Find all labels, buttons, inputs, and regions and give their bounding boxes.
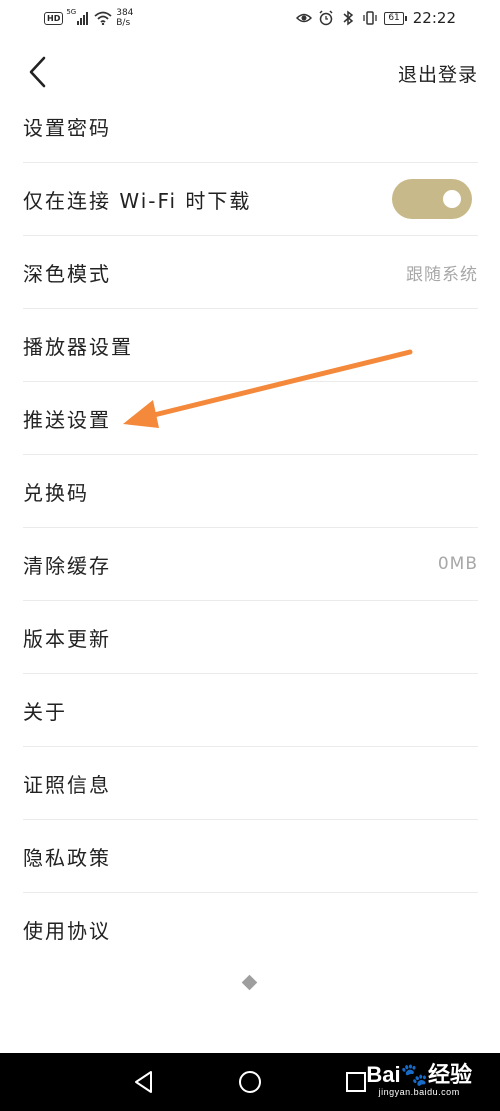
nav-home-circle-icon[interactable] xyxy=(237,1069,263,1095)
setting-row-about[interactable]: 关于 xyxy=(23,674,478,747)
nav-back-triangle-icon[interactable] xyxy=(131,1069,157,1095)
watermark-logo-suffix: 经验 xyxy=(427,1062,472,1087)
network-speed-unit: B/s xyxy=(116,18,131,28)
watermark-url: jingyan.baidu.com xyxy=(378,1087,460,1097)
status-left-group: HD 5G 384 B/s xyxy=(44,6,140,30)
setting-label: 仅在连接 Wi-Fi 时下载 xyxy=(23,188,252,213)
network-speed-value: 384 xyxy=(116,8,134,18)
setting-label: 清除缓存 xyxy=(23,553,111,578)
setting-row-password[interactable]: 设置密码 xyxy=(23,90,478,163)
setting-row-push[interactable]: 推送设置 xyxy=(23,382,478,455)
status-right-group: 61 22:22 xyxy=(296,6,456,30)
setting-row-player[interactable]: 播放器设置 xyxy=(23,309,478,382)
setting-row-terms-of-use[interactable]: 使用协议 xyxy=(23,893,478,965)
setting-label: 播放器设置 xyxy=(23,334,133,359)
setting-label: 兑换码 xyxy=(23,480,89,505)
diamond-indicator-icon xyxy=(241,974,258,991)
back-button[interactable] xyxy=(22,54,56,90)
toggle-knob xyxy=(443,190,461,208)
setting-row-redeem-code[interactable]: 兑换码 xyxy=(23,455,478,528)
logout-button[interactable]: 退出登录 xyxy=(398,60,478,87)
setting-row-version-update[interactable]: 版本更新 xyxy=(23,601,478,674)
system-nav-bar: Bai🐾经验 jingyan.baidu.com xyxy=(0,1053,500,1111)
dark-mode-value: 跟随系统 xyxy=(406,264,478,285)
status-clock: 22:22 xyxy=(412,9,456,27)
setting-row-privacy-policy[interactable]: 隐私政策 xyxy=(23,820,478,893)
cache-size-value: 0MB xyxy=(437,554,478,574)
alarm-icon xyxy=(319,10,333,26)
watermark-logo-text: Bai xyxy=(366,1062,401,1087)
setting-label: 隐私政策 xyxy=(23,845,111,870)
network-speed: 384 B/s xyxy=(116,8,140,28)
settings-list: 设置密码 仅在连接 Wi-Fi 时下载 深色模式 跟随系统 播放器设置 推送设置… xyxy=(0,90,500,965)
setting-label: 版本更新 xyxy=(23,626,111,651)
wifi-icon xyxy=(94,11,112,25)
bluetooth-icon xyxy=(343,10,354,26)
setting-row-wifi-only[interactable]: 仅在连接 Wi-Fi 时下载 xyxy=(23,163,478,236)
setting-label: 设置密码 xyxy=(23,115,111,140)
vibrate-icon xyxy=(363,11,377,25)
setting-label: 证照信息 xyxy=(23,772,111,797)
baidu-watermark: Bai🐾经验 jingyan.baidu.com xyxy=(366,1063,472,1098)
watermark-logo: Bai🐾经验 xyxy=(366,1063,472,1087)
setting-label: 推送设置 xyxy=(23,407,111,432)
setting-label: 使用协议 xyxy=(23,918,111,943)
setting-row-dark-mode[interactable]: 深色模式 跟随系统 xyxy=(23,236,478,309)
eye-icon xyxy=(296,13,313,23)
paw-icon: 🐾 xyxy=(400,1062,428,1087)
signal-label: 5G xyxy=(66,8,77,16)
nav-recents-square-icon[interactable] xyxy=(343,1069,369,1095)
status-bar: HD 5G 384 B/s 61 22:22 xyxy=(0,0,500,36)
battery-icon: 61 xyxy=(384,11,408,25)
setting-label: 深色模式 xyxy=(23,261,111,286)
hd-badge: HD xyxy=(44,11,64,25)
chevron-left-icon xyxy=(29,56,46,88)
signal-bars-icon xyxy=(77,11,89,25)
setting-row-clear-cache[interactable]: 清除缓存 0MB xyxy=(23,528,478,601)
settings-screen: HD 5G 384 B/s 61 22:22 退出登录 设置密码 仅在连接 Wi… xyxy=(0,0,500,1111)
setting-row-license-info[interactable]: 证照信息 xyxy=(23,747,478,820)
setting-label: 关于 xyxy=(23,699,67,724)
wifi-only-toggle[interactable] xyxy=(392,179,472,219)
